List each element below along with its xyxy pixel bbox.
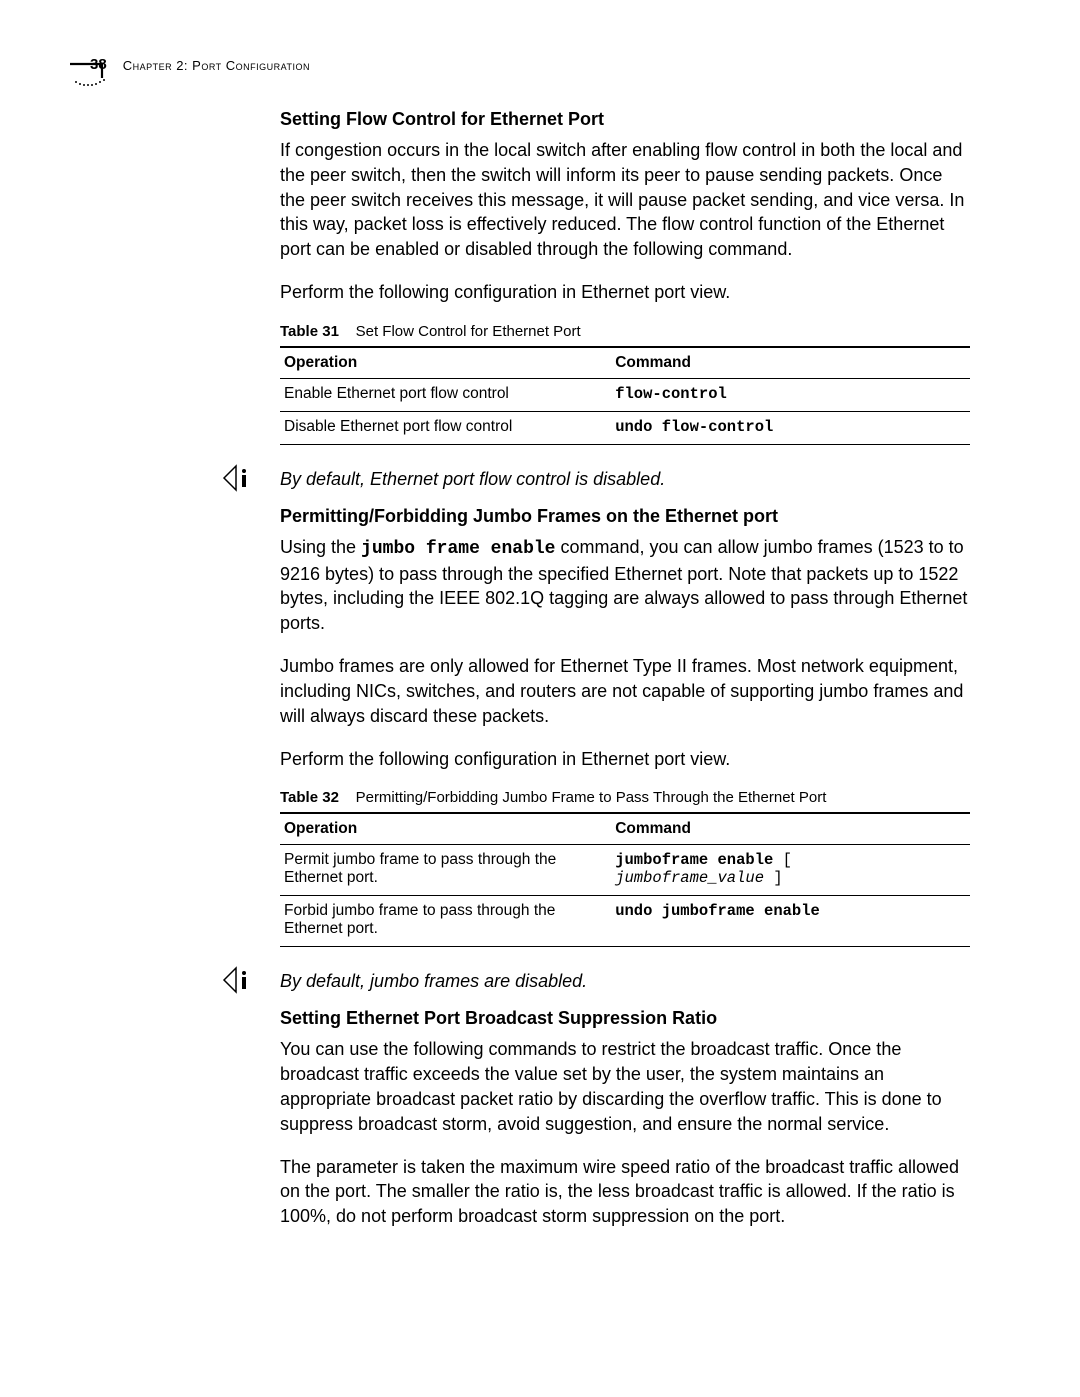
body-text: You can use the following commands to re… xyxy=(280,1037,970,1136)
command-text: undo flow-control xyxy=(615,418,773,436)
command-text: jumboframe enable xyxy=(615,851,773,869)
table-label: Table 31 xyxy=(280,323,339,340)
body-text: Jumbo frames are only allowed for Ethern… xyxy=(280,654,970,728)
info-icon xyxy=(222,965,256,995)
page-number: 38 xyxy=(90,56,107,73)
jumbo-table: Operation Command Permit jumbo frame to … xyxy=(280,812,970,947)
text-fragment: Using the xyxy=(280,537,361,557)
note-block: By default, jumbo frames are disabled. xyxy=(280,969,970,994)
col-header-command: Command xyxy=(611,347,970,379)
table-header-row: Operation Command xyxy=(280,347,970,379)
cell-command: undo jumboframe enable xyxy=(611,896,970,947)
info-icon xyxy=(222,463,256,493)
note-text: By default, jumbo frames are disabled. xyxy=(280,969,970,994)
table-title: Set Flow Control for Ethernet Port xyxy=(356,323,581,340)
body-text: Using the jumbo frame enable command, yo… xyxy=(280,535,970,636)
note-text: By default, Ethernet port flow control i… xyxy=(280,467,970,492)
cell-operation: Disable Ethernet port flow control xyxy=(280,411,611,444)
section-heading-flow-control: Setting Flow Control for Ethernet Port xyxy=(280,109,970,130)
table-header-row: Operation Command xyxy=(280,813,970,845)
col-header-command: Command xyxy=(611,813,970,845)
page: 38 Chapter 2: Port Configuration Setting… xyxy=(0,0,1080,1397)
col-header-operation: Operation xyxy=(280,347,611,379)
flow-control-table: Operation Command Enable Ethernet port f… xyxy=(280,346,970,445)
table-caption: Table 31 Set Flow Control for Ethernet P… xyxy=(280,323,970,340)
command-bracket: ] xyxy=(764,869,783,887)
cell-operation: Permit jumbo frame to pass through the E… xyxy=(280,845,611,896)
section-heading-jumbo: Permitting/Forbidding Jumbo Frames on th… xyxy=(280,506,970,527)
table-row: Disable Ethernet port flow control undo … xyxy=(280,411,970,444)
command-text: flow-control xyxy=(615,385,727,403)
note-block: By default, Ethernet port flow control i… xyxy=(280,467,970,492)
col-header-operation: Operation xyxy=(280,813,611,845)
command-text: undo jumboframe enable xyxy=(615,902,820,920)
table-label: Table 32 xyxy=(280,789,339,806)
cell-operation: Forbid jumbo frame to pass through the E… xyxy=(280,896,611,947)
table-row: Forbid jumbo frame to pass through the E… xyxy=(280,896,970,947)
cell-command: undo flow-control xyxy=(611,411,970,444)
cell-command: jumboframe enable [ jumboframe_value ] xyxy=(611,845,970,896)
body-text: Perform the following configuration in E… xyxy=(280,280,970,305)
cell-command: flow-control xyxy=(611,378,970,411)
body-text: If congestion occurs in the local switch… xyxy=(280,138,970,262)
table-caption: Table 32 Permitting/Forbidding Jumbo Fra… xyxy=(280,789,970,806)
table-title: Permitting/Forbidding Jumbo Frame to Pas… xyxy=(356,789,827,806)
main-content: Setting Flow Control for Ethernet Port I… xyxy=(280,109,970,1229)
cell-operation: Enable Ethernet port flow control xyxy=(280,378,611,411)
command-bracket: [ xyxy=(773,851,792,869)
table-row: Enable Ethernet port flow control flow-c… xyxy=(280,378,970,411)
body-text: The parameter is taken the maximum wire … xyxy=(280,1155,970,1229)
section-heading-broadcast: Setting Ethernet Port Broadcast Suppress… xyxy=(280,1008,970,1029)
body-text: Perform the following configuration in E… xyxy=(280,747,970,772)
page-header: 38 Chapter 2: Port Configuration xyxy=(90,56,990,73)
table-row: Permit jumbo frame to pass through the E… xyxy=(280,845,970,896)
chapter-label: Chapter 2: Port Configuration xyxy=(123,58,310,73)
command-param: jumboframe_value xyxy=(615,869,764,887)
inline-command: jumbo frame enable xyxy=(361,539,555,559)
